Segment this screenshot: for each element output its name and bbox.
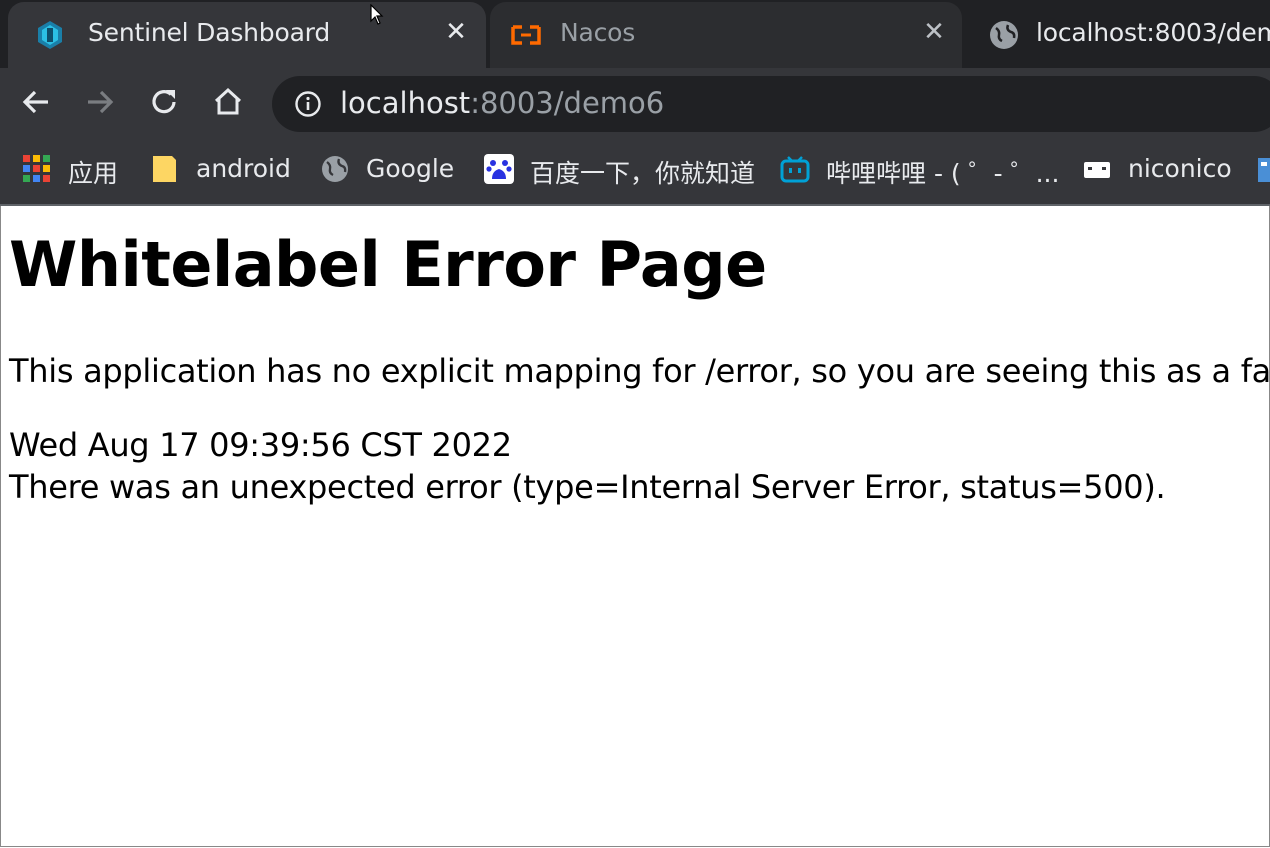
address-bar[interactable]: localhost:8003/demo6 [272, 76, 1270, 132]
site-info-icon[interactable] [294, 90, 322, 118]
niconico-icon [1082, 154, 1112, 184]
folder-icon [150, 154, 180, 184]
back-icon[interactable] [16, 82, 56, 122]
sentinel-icon [34, 19, 66, 51]
baidu-icon [484, 154, 514, 184]
tab-localhost[interactable]: localhost:8003/demo6 [968, 2, 1270, 68]
globe-icon [988, 19, 1020, 51]
forward-icon[interactable] [80, 82, 120, 122]
bookmark-label: 百度一下，你就知道 [530, 159, 756, 188]
bilibili-icon [780, 154, 810, 184]
close-tab-icon[interactable]: ✕ [442, 18, 470, 46]
tab-title: Nacos [560, 18, 636, 47]
error-timestamp: Wed Aug 17 09:39:56 CST 2022 [9, 426, 512, 464]
bookmark-label: android [196, 154, 291, 183]
url-host: localhost [340, 86, 471, 120]
bookmark-label: 应用 [68, 159, 119, 188]
tab-title: localhost:8003/demo6 [1036, 18, 1270, 47]
error-description: This application has no explicit mapping… [9, 352, 1270, 390]
home-icon[interactable] [208, 82, 248, 122]
bookmark-label: Google [366, 154, 455, 183]
tab-strip: Sentinel Dashboard ✕ Nacos ✕ localhost:8… [0, 0, 1270, 68]
page-content: Whitelabel Error Page This application h… [0, 206, 1270, 847]
bookmark-label: 哔哩哔哩 - ( ゜- ゜... [826, 159, 1060, 188]
tab-title: Sentinel Dashboard [88, 18, 330, 47]
close-tab-icon[interactable]: ✕ [920, 18, 948, 46]
toolbar: localhost:8003/demo6 [0, 68, 1270, 138]
error-details: There was an unexpected error (type=Inte… [9, 468, 1166, 506]
browser-chrome: Sentinel Dashboard ✕ Nacos ✕ localhost:8… [0, 0, 1270, 206]
globe-icon [320, 154, 350, 184]
url-path: :8003/demo6 [470, 86, 665, 120]
bookmarks-bar: 应用 android Google 百度一下，你就知道 哔哩哔哩 - (゜- … [0, 138, 1270, 204]
page-title: Whitelabel Error Page [9, 228, 767, 301]
bookmark-overflow-icon [1256, 154, 1270, 184]
tab-sentinel-dashboard[interactable]: Sentinel Dashboard ✕ [8, 2, 486, 68]
reload-icon[interactable] [144, 82, 184, 122]
nacos-icon [510, 19, 542, 51]
mouse-cursor-icon [370, 3, 384, 26]
bookmark-label: niconico [1128, 154, 1232, 183]
url-text[interactable]: localhost:8003/demo6 [340, 86, 664, 120]
apps-grid-icon [22, 154, 52, 184]
tab-nacos[interactable]: Nacos ✕ [490, 2, 962, 68]
